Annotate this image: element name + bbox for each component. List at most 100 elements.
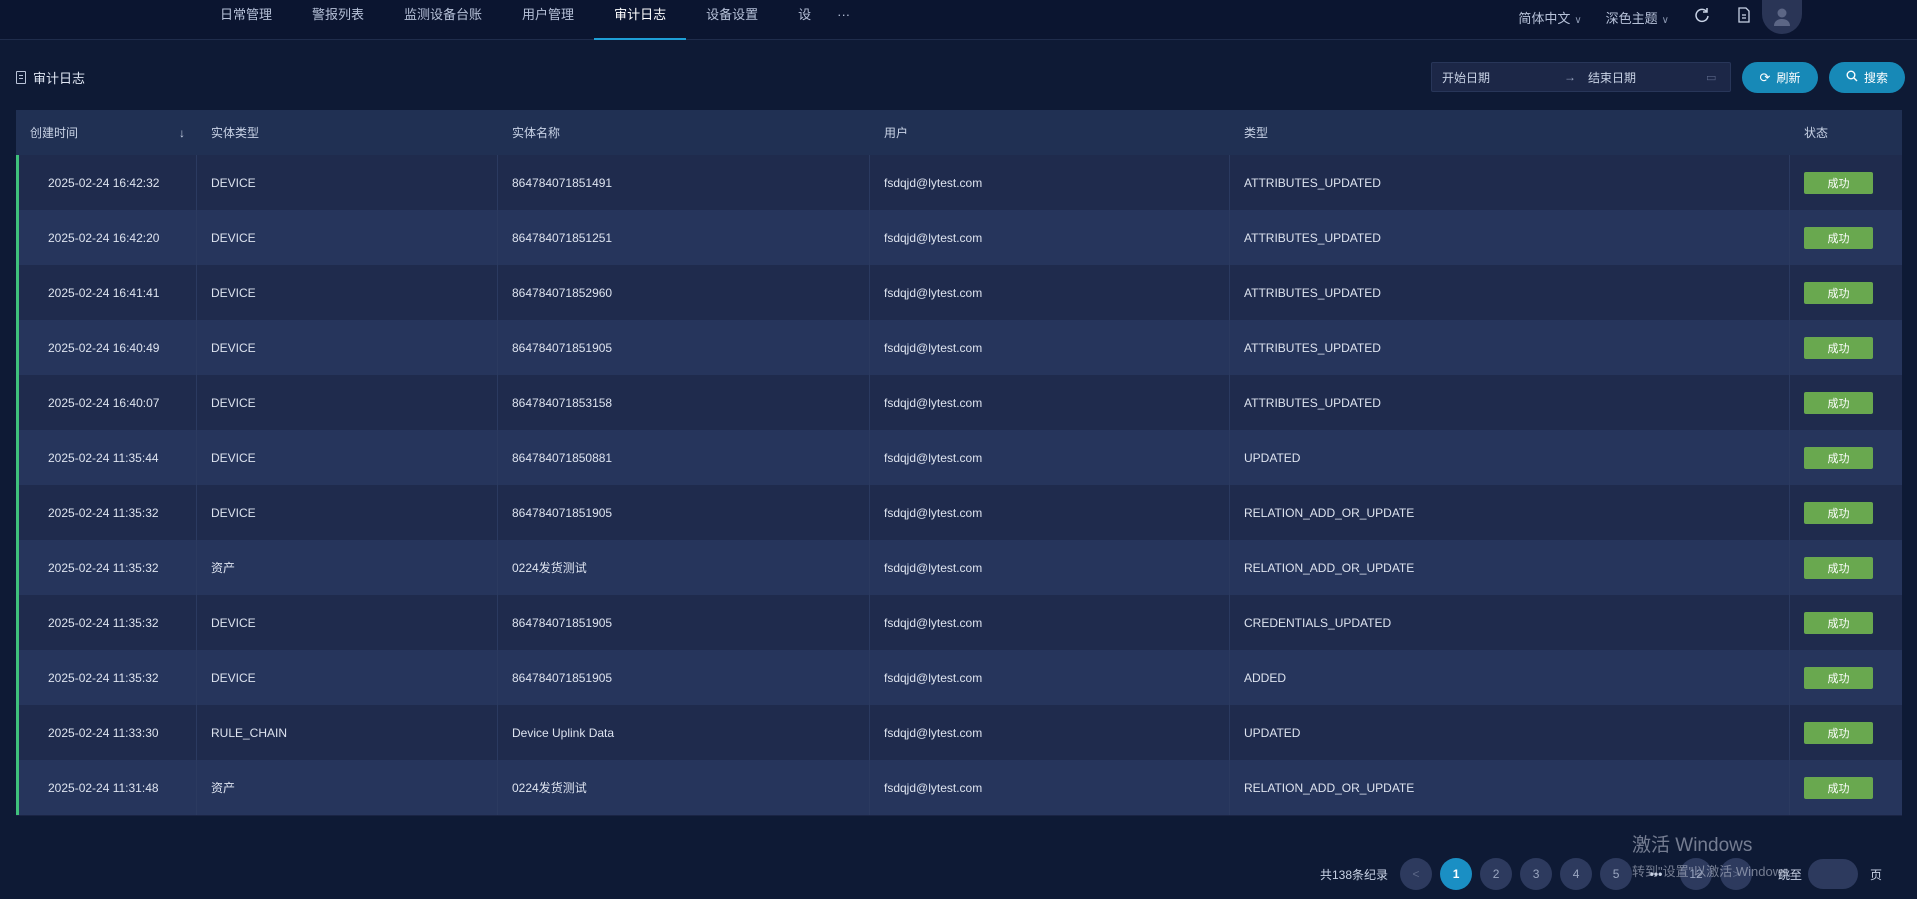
status-badge: 成功 xyxy=(1804,721,1873,744)
status-badge: 成功 xyxy=(1804,446,1873,469)
start-date-input[interactable]: 开始日期 xyxy=(1432,69,1564,86)
column-header-type: 类型 xyxy=(1244,126,1269,140)
cell-status: 成功 xyxy=(1790,210,1902,265)
cell-user: fsdqjd@lytest.com xyxy=(870,210,1230,265)
end-date-input[interactable]: 结束日期 xyxy=(1578,69,1706,86)
nav-tabs: 日常管理 警报列表 监测设备台账 用户管理 审计日志 设备设置设 ··· xyxy=(200,0,856,40)
table-row[interactable]: 2025-02-24 11:35:32 DEVICE 864784071851905… xyxy=(16,485,1902,540)
cell-entity-name: 864784071851491 xyxy=(498,155,870,210)
nav-tab[interactable]: 警报列表 xyxy=(292,0,384,40)
cell-entity-name: 864784071850881 xyxy=(498,430,870,485)
nav-tab[interactable]: 用户管理 xyxy=(502,0,594,40)
column-header-created-time[interactable]: 创建时间 ↓ xyxy=(16,110,197,155)
cell-type: ATTRIBUTES_UPDATED xyxy=(1230,155,1790,210)
status-badge: 成功 xyxy=(1804,336,1873,359)
chevron-down-icon: ∨ xyxy=(1574,15,1582,26)
table-row[interactable]: 2025-02-24 16:42:32 DEVICE 864784071851491… xyxy=(16,155,1902,210)
cell-type: RELATION_ADD_OR_UPDATE xyxy=(1230,485,1790,540)
cell-user: fsdqjd@lytest.com xyxy=(870,705,1230,760)
cell-created-time: 2025-02-24 16:40:07 xyxy=(19,375,197,430)
page-button[interactable]: 5 xyxy=(1600,858,1633,890)
date-range-picker[interactable]: 开始日期 → 结束日期 ▭ xyxy=(1431,62,1731,92)
cell-user: fsdqjd@lytest.com xyxy=(870,650,1230,705)
nav-tab[interactable]: 日常管理 xyxy=(200,0,292,40)
jump-page-input[interactable] xyxy=(1808,859,1859,889)
watermark-title: 激活 Windows xyxy=(1632,835,1753,856)
document-icon[interactable] xyxy=(1723,0,1765,30)
cell-status: 成功 xyxy=(1790,760,1902,815)
status-badge: 成功 xyxy=(1804,666,1873,689)
calendar-icon: ▭ xyxy=(1706,71,1717,84)
page-title: 审计日志 xyxy=(16,68,85,87)
cell-entity-type: DEVICE xyxy=(197,155,498,210)
cell-entity-type: DEVICE xyxy=(197,375,498,430)
cell-type: CREDENTIALS_UPDATED xyxy=(1230,595,1790,650)
table-row[interactable]: 2025-02-24 16:40:07 DEVICE 864784071853158… xyxy=(16,375,1902,430)
cell-user: fsdqjd@lytest.com xyxy=(870,375,1230,430)
language-label: 简体中文 xyxy=(1518,11,1571,26)
table-row[interactable]: 2025-02-24 16:42:20 DEVICE 864784071851251… xyxy=(16,210,1902,265)
cell-status: 成功 xyxy=(1790,320,1902,375)
cell-entity-name: 864784071851905 xyxy=(498,650,870,705)
table-row[interactable]: 2025-02-24 16:41:41 DEVICE 864784071852960… xyxy=(16,265,1902,320)
nav-tab[interactable]: 设 xyxy=(778,0,831,40)
prev-page-button[interactable]: < xyxy=(1400,858,1433,890)
cell-entity-type: RULE_CHAIN xyxy=(197,705,498,760)
column-header-user: 用户 xyxy=(884,126,909,140)
cell-created-time: 2025-02-24 11:35:32 xyxy=(19,595,197,650)
cell-type: ATTRIBUTES_UPDATED xyxy=(1230,375,1790,430)
cell-type: ATTRIBUTES_UPDATED xyxy=(1230,210,1790,265)
language-dropdown[interactable]: 简体中文 ∨ xyxy=(1506,0,1593,27)
range-arrow-icon: → xyxy=(1564,70,1576,84)
cell-created-time: 2025-02-24 16:42:20 xyxy=(19,210,197,265)
table-row[interactable]: 2025-02-24 11:35:32 资产 0224发货测试 fsdqjd@lyte… xyxy=(16,540,1902,595)
user-icon xyxy=(1774,8,1790,26)
cell-status: 成功 xyxy=(1790,650,1902,705)
cell-status: 成功 xyxy=(1790,265,1902,320)
cell-user: fsdqjd@lytest.com xyxy=(870,265,1230,320)
cell-entity-name: 864784071851251 xyxy=(498,210,870,265)
refresh-button[interactable]: ⟳ 刷新 xyxy=(1742,62,1818,93)
chevron-down-icon: ∨ xyxy=(1661,15,1669,26)
page-button[interactable]: 2 xyxy=(1480,858,1513,890)
search-button[interactable]: 搜索 xyxy=(1829,62,1905,93)
theme-label: 深色主题 xyxy=(1605,11,1658,26)
nav-tab[interactable]: 监测设备台账 xyxy=(384,0,502,40)
sort-descending-icon[interactable]: ↓ xyxy=(179,126,185,140)
refresh-button-label: 刷新 xyxy=(1776,71,1801,85)
page-button[interactable]: 3 xyxy=(1520,858,1553,890)
status-badge: 成功 xyxy=(1804,226,1873,249)
table-row[interactable]: 2025-02-24 11:33:30 RULE_CHAIN Device Upli… xyxy=(16,705,1902,760)
cell-type: ATTRIBUTES_UPDATED xyxy=(1230,265,1790,320)
table-row[interactable]: 2025-02-24 11:31:48 资产 0224发货测试 fsdqjd@lyte… xyxy=(16,760,1902,815)
cell-entity-name: Device Uplink Data xyxy=(498,705,870,760)
cell-status: 成功 xyxy=(1790,705,1902,760)
cell-status: 成功 xyxy=(1790,595,1902,650)
cell-entity-name: 0224发货测试 xyxy=(498,540,870,595)
cell-created-time: 2025-02-24 11:31:48 xyxy=(19,760,197,815)
cell-entity-name: 864784071851905 xyxy=(498,595,870,650)
page-button[interactable]: 1 xyxy=(1440,858,1473,890)
nav-tab[interactable]: 审计日志 xyxy=(594,0,687,40)
cell-user: fsdqjd@lytest.com xyxy=(870,760,1230,815)
cell-status: 成功 xyxy=(1790,155,1902,210)
status-badge: 成功 xyxy=(1804,776,1873,799)
cell-entity-type: DEVICE xyxy=(197,485,498,540)
table-row[interactable]: 2025-02-24 11:35:44 DEVICE 864784071850881… xyxy=(16,430,1902,485)
table-row[interactable]: 2025-02-24 16:40:49 DEVICE 864784071851905… xyxy=(16,320,1902,375)
table-header: 创建时间 ↓ 实体类型 实体名称 用户 类型 状态 xyxy=(16,110,1902,155)
table-row[interactable]: 2025-02-24 11:35:32 DEVICE 864784071851905… xyxy=(16,650,1902,705)
status-badge: 成功 xyxy=(1804,171,1873,194)
cell-entity-type: DEVICE xyxy=(197,210,498,265)
cell-type: RELATION_ADD_OR_UPDATE xyxy=(1230,760,1790,815)
cell-entity-type: DEVICE xyxy=(197,430,498,485)
cell-entity-type: 资产 xyxy=(197,760,498,815)
cell-created-time: 2025-02-24 11:35:32 xyxy=(19,485,197,540)
cell-entity-type: DEVICE xyxy=(197,320,498,375)
nav-more-icon[interactable]: ··· xyxy=(831,0,856,40)
nav-tab[interactable]: 设备设置 xyxy=(686,0,778,40)
page-button[interactable]: 4 xyxy=(1560,858,1593,890)
theme-dropdown[interactable]: 深色主题 ∨ xyxy=(1594,0,1681,27)
refresh-icon[interactable] xyxy=(1681,0,1723,30)
table-row[interactable]: 2025-02-24 11:35:32 DEVICE 864784071851905… xyxy=(16,595,1902,650)
